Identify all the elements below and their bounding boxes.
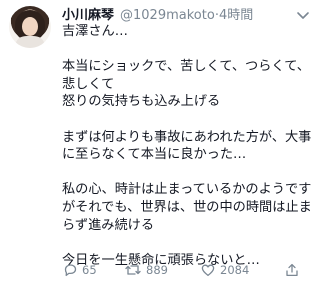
avatar-body [16, 36, 44, 48]
share-button[interactable] [284, 261, 304, 279]
retweet-icon [125, 265, 141, 275]
tweet-text: 吉澤さん… 本当にショックで、苦しくて、つらくて、悲しくて 怒りの気持ちも込み上… [62, 24, 312, 268]
avatar-face [22, 17, 38, 36]
user-name[interactable]: 小川麻琴 [62, 8, 114, 23]
reply-count: 65 [82, 263, 97, 277]
chevron-down-icon[interactable] [296, 10, 310, 20]
share-icon [286, 263, 298, 277]
avatar[interactable] [9, 6, 51, 48]
reply-button[interactable]: 65 [62, 261, 97, 279]
like-count: 2084 [220, 263, 250, 277]
retweet-button[interactable]: 889 [124, 261, 168, 279]
tweet-time[interactable]: 4時間 [219, 8, 253, 23]
retweet-count: 889 [146, 263, 168, 277]
like-button[interactable]: 2084 [200, 261, 249, 279]
reply-icon [64, 264, 77, 277]
tweet[interactable]: 小川麻琴 @1029makoto·4時間 吉澤さん… 本当にショックで、苦しくて、… [0, 0, 320, 283]
user-handle[interactable]: @1029makoto [120, 8, 215, 23]
tweet-actions: 65 889 2084 [62, 261, 312, 279]
like-icon [201, 264, 215, 277]
